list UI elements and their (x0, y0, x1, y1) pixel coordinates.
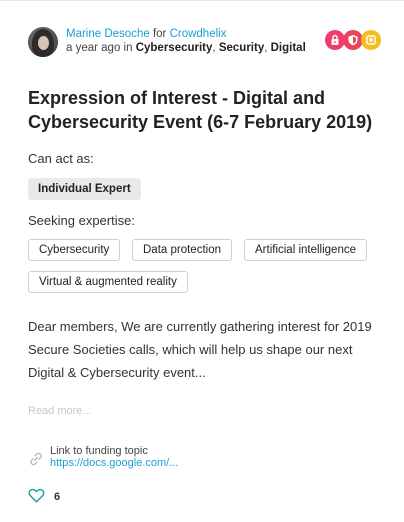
badge-group (325, 30, 381, 50)
expertise-tag: Artificial intelligence (244, 239, 367, 261)
expertise-tag: Cybersecurity (28, 239, 121, 261)
post-time: a year ago in (66, 42, 133, 54)
likes: 6 (28, 488, 60, 506)
funding-link-row[interactable]: Link to funding topic https://docs.googl… (28, 445, 178, 472)
box-icon (361, 30, 381, 50)
read-more-link[interactable]: Read more... (28, 405, 92, 417)
expertise-tag: Data protection (132, 239, 232, 261)
organization-link[interactable]: Crowdhelix (170, 28, 227, 40)
author-link[interactable]: Marine Desoche (66, 28, 150, 40)
link-icon (28, 451, 44, 472)
expertise-tag: Virtual & augmented reality (28, 271, 188, 293)
funding-link-url[interactable]: https://docs.google.com/... (50, 457, 178, 469)
lock-icon (325, 30, 345, 50)
post-meta: Marine Desoche for Crowdhelix a year ago… (66, 28, 306, 54)
expertise-label: Seeking expertise: (28, 213, 135, 228)
like-count: 6 (54, 491, 61, 503)
post-title[interactable]: Expression of Interest - Digital and Cyb… (28, 86, 378, 134)
for-text: for (152, 28, 167, 40)
category-link[interactable]: Security (219, 42, 264, 54)
post-card: Marine Desoche for Crowdhelix a year ago… (0, 0, 404, 522)
shield-icon (343, 30, 363, 50)
role-tag: Individual Expert (28, 178, 141, 200)
avatar[interactable] (28, 27, 58, 57)
roles-label: Can act as: (28, 151, 94, 166)
post-description: Dear members, We are currently gathering… (28, 319, 372, 380)
post-header: Marine Desoche for Crowdhelix a year ago… (28, 27, 306, 57)
funding-link-label: Link to funding topic (50, 445, 148, 457)
category-link[interactable]: Digital (271, 42, 306, 54)
heart-icon[interactable] (28, 488, 45, 506)
category-link[interactable]: Cybersecurity (136, 42, 213, 54)
